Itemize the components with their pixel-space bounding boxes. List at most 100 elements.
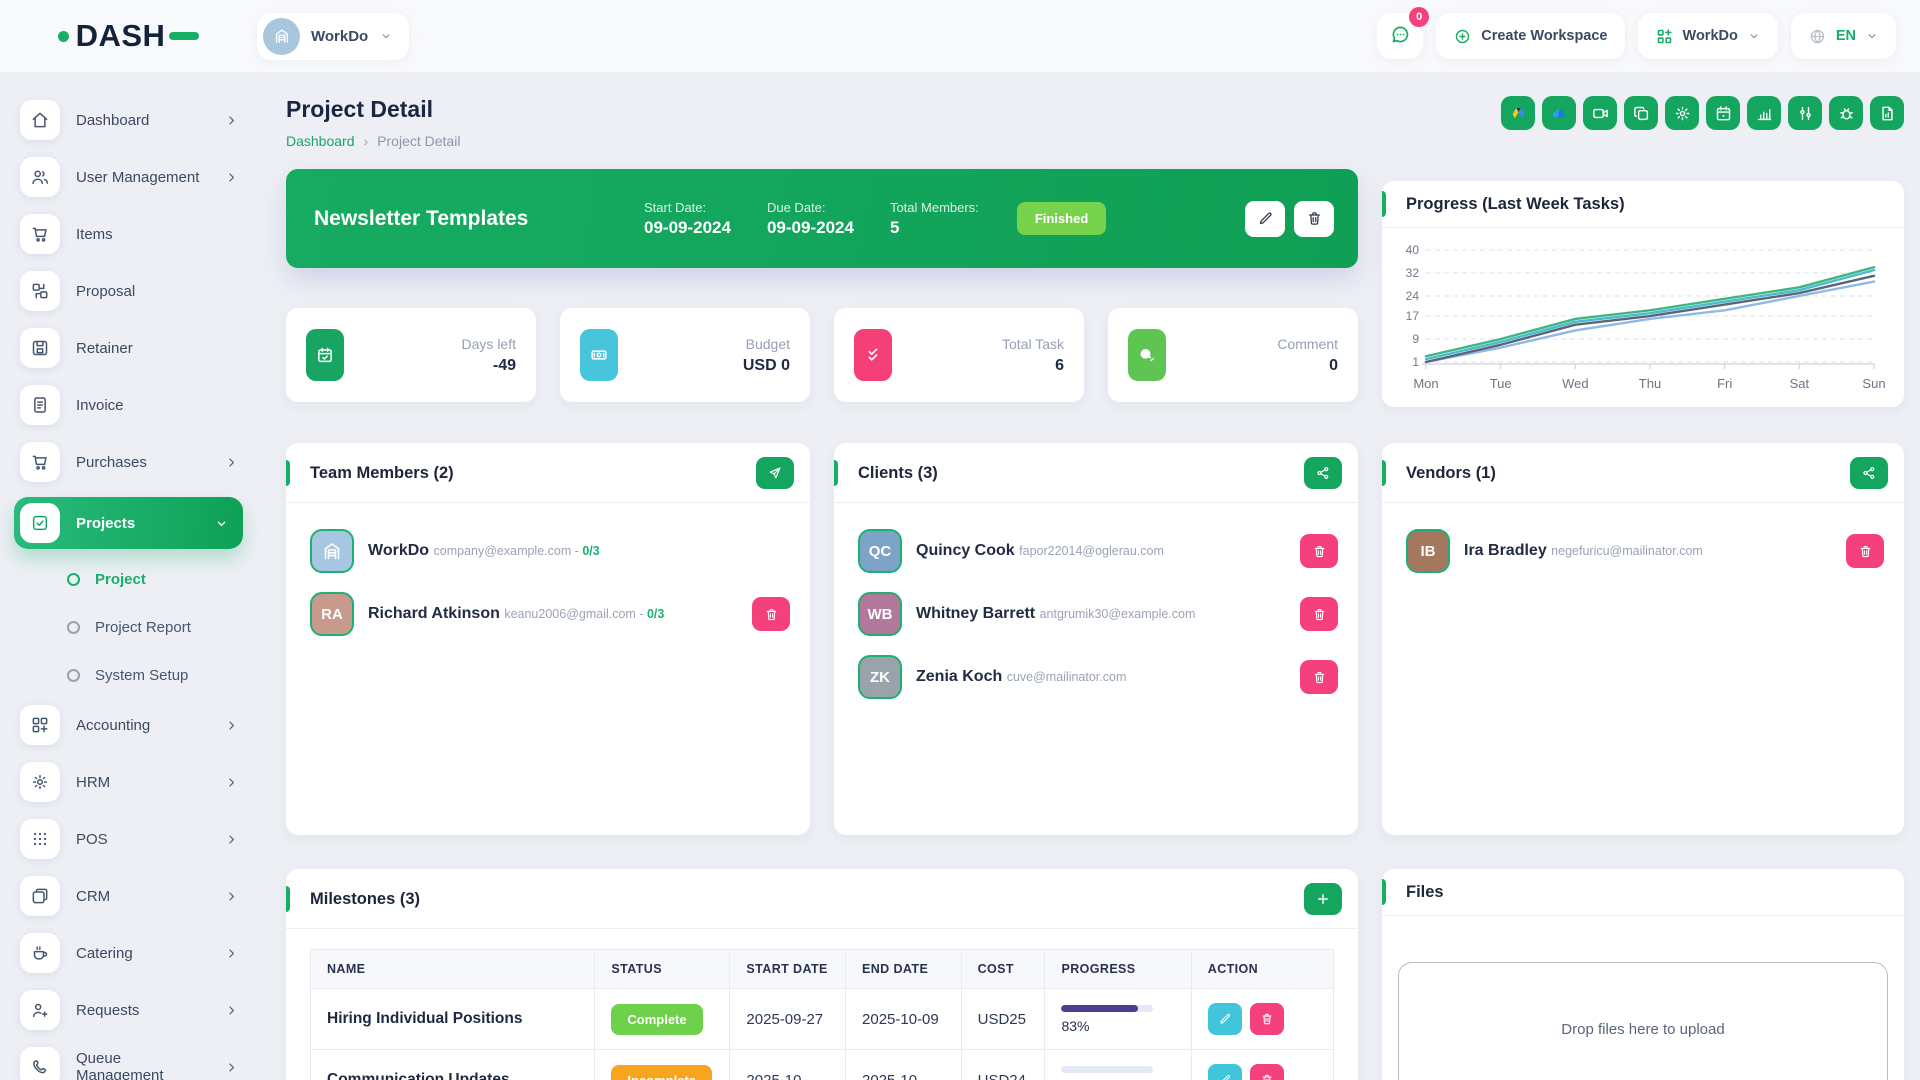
sidebar-item-label: Dashboard (76, 112, 208, 129)
milestone-end-date: 2025-10-09 (846, 989, 962, 1050)
sidebar-subitem-project[interactable]: Project (0, 559, 239, 599)
sidebar-item-label: Catering (76, 945, 208, 962)
delete-milestone-button[interactable] (1250, 1003, 1284, 1035)
toolbar-gear-button[interactable] (1665, 96, 1699, 130)
remove-zenia-koch-button[interactable] (1300, 660, 1338, 694)
remove-quincy-cook-button[interactable] (1300, 534, 1338, 568)
chevron-right-icon (224, 946, 239, 961)
chat-bubbles-icon (1128, 329, 1166, 381)
purchases-icon (20, 442, 60, 482)
trash-icon (1312, 670, 1327, 685)
share-icon (1861, 465, 1877, 481)
toolbar-bar-chart-button[interactable] (1747, 96, 1781, 130)
topbar: DASH WorkDo 0 Create Workspace WorkDo (0, 0, 1920, 72)
sidebar-item-queue-management[interactable]: Queue Management (20, 1045, 239, 1080)
create-workspace-label: Create Workspace (1481, 28, 1607, 44)
column-header-action: ACTION (1191, 950, 1333, 989)
sidebar-item-dashboard[interactable]: Dashboard (20, 98, 239, 142)
sidebar-item-items[interactable]: Items (20, 212, 239, 256)
remove-whitney-barrett-button[interactable] (1300, 597, 1338, 631)
messages-button[interactable]: 0 (1377, 13, 1423, 59)
toolbar-video-camera-button[interactable] (1583, 96, 1617, 130)
queue-icon (20, 1047, 60, 1080)
member-email: antgrumik30@example.com (1040, 607, 1196, 621)
list-item: WorkDo company@example.com - 0/3 (310, 529, 790, 573)
breadcrumb-home-link[interactable]: Dashboard (286, 133, 355, 149)
workdo-menu-label: WorkDo (1683, 28, 1738, 44)
sidebar-item-crm[interactable]: CRM (20, 874, 239, 918)
toolbar-report-file-button[interactable] (1870, 96, 1904, 130)
svg-text:Thu: Thu (1639, 376, 1661, 391)
sidebar-item-label: Accounting (76, 717, 208, 734)
sidebar-item-accounting[interactable]: Accounting (20, 703, 239, 747)
remove-richard-atkinson-button[interactable] (752, 597, 790, 631)
logo-dot-icon (58, 31, 69, 42)
svg-text:24: 24 (1406, 289, 1420, 303)
language-selector[interactable]: EN (1791, 13, 1896, 59)
toolbar-onedrive-button[interactable] (1542, 96, 1576, 130)
column-header-progress: PROGRESS (1045, 950, 1191, 989)
milestone-row: Hiring Individual Positions Complete 202… (311, 989, 1334, 1050)
svg-text:Fri: Fri (1717, 376, 1732, 391)
sidebar-item-projects[interactable]: Projects (14, 497, 243, 549)
stat-label: Budget (746, 336, 790, 352)
file-dropzone[interactable]: Drop files here to upload (1398, 962, 1888, 1080)
sidebar-item-hrm[interactable]: HRM (20, 760, 239, 804)
toolbar-bug-button[interactable] (1829, 96, 1863, 130)
toolbar-copy-button[interactable] (1624, 96, 1658, 130)
column-header-cost: COST (961, 950, 1045, 989)
toolbar-calendar-button[interactable] (1706, 96, 1740, 130)
edit-project-button[interactable] (1245, 201, 1285, 237)
total-members-label: Total Members: (890, 200, 979, 215)
copy-icon (1632, 104, 1651, 123)
workdo-menu-button[interactable]: WorkDo (1638, 13, 1778, 59)
milestones-title: Milestones (3) (310, 890, 420, 909)
page-title: Project Detail (286, 96, 460, 123)
proposal-icon (20, 271, 60, 311)
trash-icon (1858, 544, 1873, 559)
sidebar-subitem-project-report[interactable]: Project Report (0, 607, 239, 647)
avatar: RA (310, 592, 354, 636)
list-item: IB Ira Bradley negefuricu@mailinator.com (1406, 529, 1884, 573)
retainer-icon (20, 328, 60, 368)
task-ratio: 0/3 (647, 607, 664, 621)
create-workspace-button[interactable]: Create Workspace (1436, 13, 1624, 59)
delete-project-button[interactable] (1294, 201, 1334, 237)
add-milestone-button[interactable] (1304, 883, 1342, 915)
sidebar-subitem-system-setup[interactable]: System Setup (0, 655, 239, 695)
milestone-name: Hiring Individual Positions (311, 989, 595, 1050)
column-header-name: NAME (311, 950, 595, 989)
sidebar-item-retainer[interactable]: Retainer (20, 326, 239, 370)
stat-card-comment: Comment 0 (1108, 308, 1358, 402)
sidebar-item-invoice[interactable]: Invoice (20, 383, 239, 427)
milestone-cost: USD25 (961, 989, 1045, 1050)
stat-card-total-task: Total Task 6 (834, 308, 1084, 402)
invite-member-button[interactable] (756, 457, 794, 489)
milestones-table: NAMESTATUSSTART DATEEND DATECOSTPROGRESS… (310, 949, 1334, 1080)
catering-icon (20, 933, 60, 973)
sidebar-item-user-management[interactable]: User Management (20, 155, 239, 199)
chevron-right-icon (224, 832, 239, 847)
remove-ira-bradley-button[interactable] (1846, 534, 1884, 568)
delete-milestone-button[interactable] (1250, 1064, 1284, 1080)
avatar: WB (858, 592, 902, 636)
sidebar-item-pos[interactable]: POS (20, 817, 239, 861)
sidebar-item-purchases[interactable]: Purchases (20, 440, 239, 484)
toolbar-sliders-button[interactable] (1788, 96, 1822, 130)
sidebar-item-proposal[interactable]: Proposal (20, 269, 239, 313)
bullet-icon (67, 573, 80, 586)
edit-milestone-button[interactable] (1208, 1003, 1242, 1035)
sidebar-item-label: POS (76, 831, 208, 848)
files-card: Files Drop files here to upload (1382, 869, 1904, 1080)
member-email: negefuricu@mailinator.com (1551, 544, 1703, 558)
toolbar-google-drive-button[interactable] (1501, 96, 1535, 130)
sidebar-item-catering[interactable]: Catering (20, 931, 239, 975)
workspace-name: WorkDo (311, 28, 368, 45)
workspace-switcher[interactable]: WorkDo (257, 13, 409, 60)
stat-card-days-left: Days left -49 (286, 308, 536, 402)
share-clients-button[interactable] (1304, 457, 1342, 489)
share-vendors-button[interactable] (1850, 457, 1888, 489)
sidebar-item-requests[interactable]: Requests (20, 988, 239, 1032)
edit-milestone-button[interactable] (1208, 1064, 1242, 1080)
due-date-label: Due Date: (767, 200, 854, 215)
